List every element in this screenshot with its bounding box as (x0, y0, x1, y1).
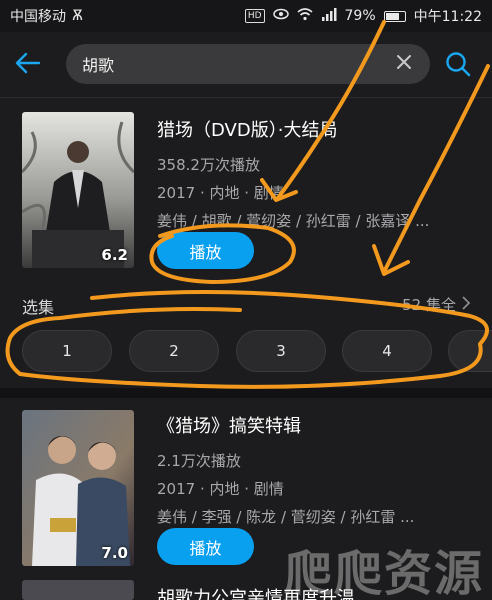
play-count: 358.2万次播放 (157, 156, 260, 174)
rating: 7.0 (101, 544, 128, 562)
result-meta: 2017 · 内地 · 剧情 (157, 480, 284, 498)
search-icon (445, 51, 471, 81)
result-meta: 2017 · 内地 · 剧情 (157, 184, 284, 202)
episode-chip[interactable]: 4 (342, 330, 432, 372)
arrow-left-icon (15, 52, 41, 78)
play-button[interactable]: 播放 (157, 528, 254, 565)
status-bar: 中国移动 Ѫ HD 79% 中午11:22 (0, 0, 492, 32)
episode-chip[interactable]: 1 (22, 330, 112, 372)
back-button[interactable] (0, 37, 56, 93)
result-title[interactable]: 《猎场》搞笑特辑 (157, 412, 480, 438)
result-info: 猎场（DVD版）·大结局 358.2万次播放 2017 · 内地 · 剧情 姜伟… (157, 116, 480, 231)
close-icon (396, 54, 412, 74)
clear-search-button[interactable] (392, 52, 416, 76)
all-episodes-label: 52 集全 (402, 296, 456, 314)
wifi-icon (296, 7, 313, 25)
signal-icon (321, 7, 337, 25)
search-header: 胡歌 (0, 32, 492, 98)
watermark: 爬爬资源 (284, 546, 485, 600)
result-title[interactable]: 猎场（DVD版）·大结局 (157, 116, 480, 142)
result-cast: 姜伟 / 胡歌 / 菅纫姿 / 孙红雷 / 张嘉译 ... (157, 212, 430, 230)
battery-level (385, 12, 399, 20)
carrier-extra-icon: Ѫ (72, 8, 84, 24)
episode-chip[interactable]: 2 (129, 330, 219, 372)
rating: 6.2 (101, 246, 128, 264)
search-query[interactable]: 胡歌 (82, 52, 392, 76)
eye-icon (272, 8, 289, 24)
episodes-header: 选集 52 集全 (0, 290, 492, 320)
poster-art (22, 112, 134, 268)
episode-chip[interactable]: 3 (236, 330, 326, 372)
search-input[interactable]: 胡歌 (66, 44, 430, 84)
episode-list: 1 2 3 4 (0, 330, 492, 374)
battery-icon (383, 10, 406, 22)
battery-percent: 79% (344, 8, 376, 24)
result-item: 6.2 猎场（DVD版）·大结局 358.2万次播放 2017 · 内地 · 剧… (0, 98, 492, 290)
episodes-label: 选集 (22, 298, 55, 317)
poster-image[interactable]: 7.0 (22, 410, 134, 566)
hd-badge: HD (244, 9, 265, 23)
result-info: 《猎场》搞笑特辑 2.1万次播放 2017 · 内地 · 剧情 姜伟 / 李强 … (157, 412, 480, 527)
episode-chip[interactable] (448, 330, 492, 372)
clock: 中午11:22 (413, 9, 482, 25)
poster-image[interactable]: 6.2 (22, 112, 134, 268)
carrier-label: 中国移动 (10, 9, 66, 25)
chevron-right-icon (462, 295, 471, 314)
play-button[interactable]: 播放 (157, 232, 254, 269)
search-button[interactable] (440, 48, 476, 84)
all-episodes-link[interactable]: 52 集全 (402, 294, 471, 315)
section-divider (0, 388, 492, 398)
poster-image[interactable] (22, 580, 134, 600)
poster-art (22, 410, 134, 566)
result-cast: 姜伟 / 李强 / 陈龙 / 菅纫姿 / 孙红雷 ... (157, 508, 415, 526)
play-count: 2.1万次播放 (157, 452, 241, 470)
